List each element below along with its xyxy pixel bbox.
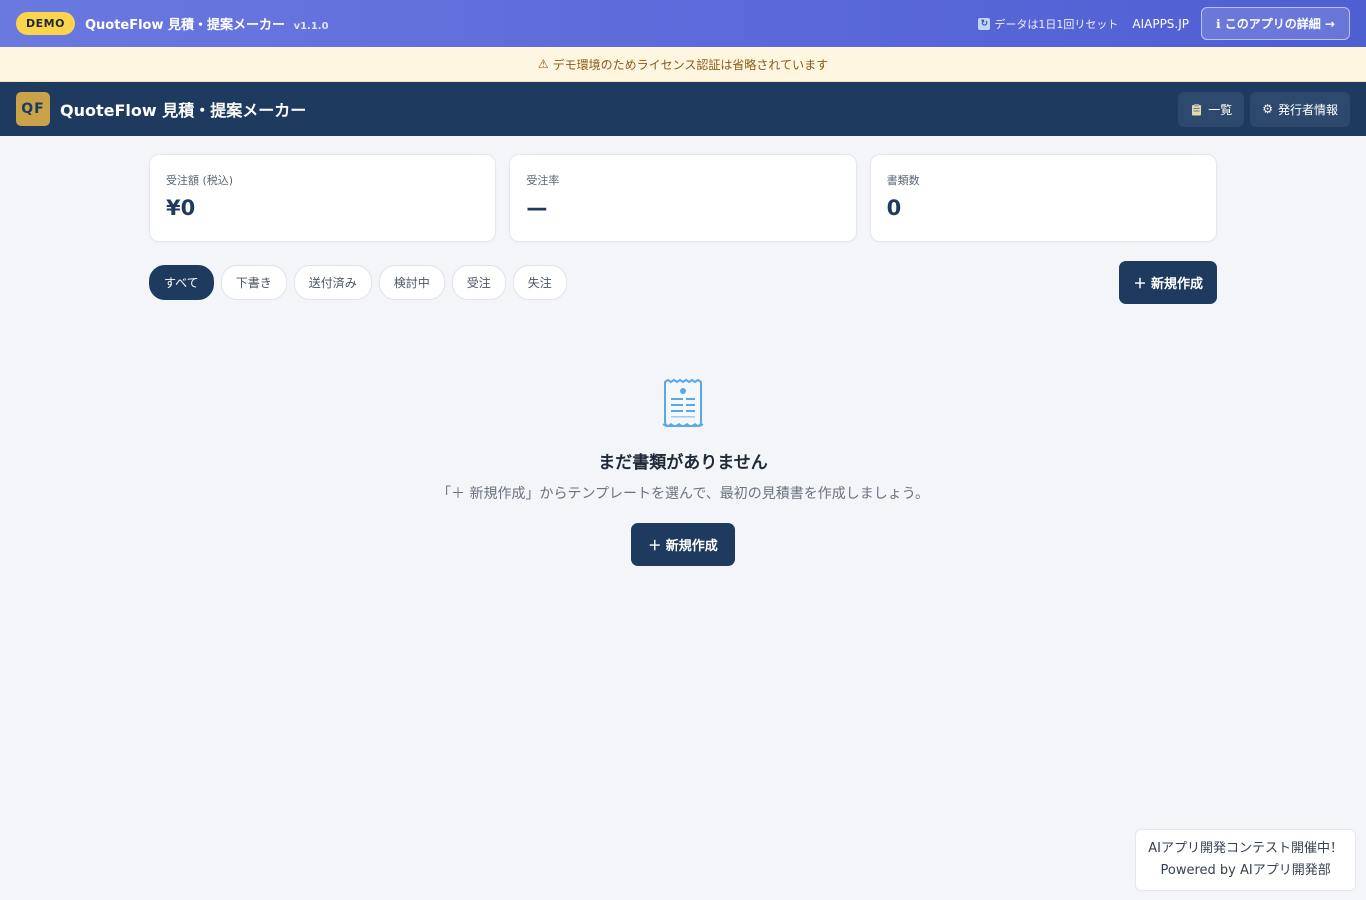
contest-text: AIアプリ開発コンテスト開催中！ [1148,840,1343,856]
powered-by-badge[interactable]: AIアプリ開発コンテスト開催中！ Powered by AIアプリ開発部 [1135,828,1356,891]
stat-value: 0 [886,196,902,220]
stats-row: 受注額 (税込) ¥0 受注率 — 書類数 0 [149,154,1217,242]
stat-value: — [526,196,548,220]
aiapps-link[interactable]: AIAPPS.JP [1132,17,1189,31]
issuer-button-label: 発行者情報 [1277,102,1338,117]
empty-state: まだ書類がありません 「＋ 新規作成」からテンプレートを選んで、最初の見積書を作… [149,378,1217,566]
list-button-label: 一覧 [1208,102,1233,117]
new-document-button[interactable]: ＋ 新規作成 [1119,261,1217,304]
app-detail-button[interactable]: ℹ このアプリの詳細 → [1201,7,1350,40]
demo-version: v1.1.0 [293,21,329,32]
stat-value: ¥0 [166,196,196,220]
filter-reviewing[interactable]: 検討中 [378,265,445,300]
empty-state-description: 「＋ 新規作成」からテンプレートを選んで、最初の見積書を作成しましょう。 [437,486,929,502]
issuer-info-button[interactable]: ⚙ 発行者情報 [1250,91,1350,127]
warning-icon: ⚠ [537,57,549,71]
reset-note-text: データは1日1回リセット [994,17,1119,31]
toolbar: すべて 下書き 送付済み 検討中 受注 失注 ＋ 新規作成 [149,261,1217,304]
app-logo: QF [16,92,50,126]
filter-won[interactable]: 受注 [451,265,506,300]
app-title: QuoteFlow 見積・提案メーカー [60,101,307,120]
demo-title-text: QuoteFlow 見積・提案メーカー [84,18,286,33]
header-actions: 一覧 ⚙ 発行者情報 [1178,91,1350,127]
stat-label: 受注率 [526,174,560,187]
stat-card-order-rate: 受注率 — [509,154,857,242]
demo-bar: DEMO QuoteFlow 見積・提案メーカー v1.1.0 ↻ データは1日… [0,0,1366,47]
main-content: 受注額 (税込) ¥0 受注率 — 書類数 0 すべて 下書き 送付済み 検討中… [149,154,1217,566]
empty-state-title: まだ書類がありません [598,453,768,473]
demo-app-title: QuoteFlow 見積・提案メーカー v1.1.0 [85,14,329,33]
app-header: QF QuoteFlow 見積・提案メーカー 一覧 ⚙ 発行者情報 [0,82,1366,136]
powered-by-text: Powered by AIアプリ開発部 [1160,862,1331,878]
demo-badge: DEMO [16,12,75,35]
stat-card-document-count: 書類数 0 [869,154,1217,242]
refresh-icon: ↻ [978,17,991,30]
clipboard-icon [1192,103,1202,115]
filter-draft[interactable]: 下書き [220,265,287,300]
demo-bar-right: ↻ データは1日1回リセット AIAPPS.JP ℹ このアプリの詳細 → [978,7,1350,40]
stat-card-order-amount: 受注額 (税込) ¥0 [149,154,497,242]
gear-icon: ⚙ [1262,102,1273,116]
filter-all[interactable]: すべて [149,265,214,300]
stat-label: 書類数 [886,174,920,187]
license-warning-banner: ⚠ デモ環境のためライセンス認証は省略されています [0,47,1366,82]
stat-label: 受注額 (税込) [166,174,234,187]
status-filters: すべて 下書き 送付済み 検討中 受注 失注 [149,265,567,300]
filter-lost[interactable]: 失注 [512,265,567,300]
list-button[interactable]: 一覧 [1178,91,1245,127]
empty-new-document-button[interactable]: ＋ 新規作成 [631,523,735,566]
warning-text: デモ環境のためライセンス認証は省略されています [552,57,829,72]
receipt-icon [662,378,704,427]
reset-note: ↻ データは1日1回リセット [978,16,1118,32]
filter-sent[interactable]: 送付済み [293,265,372,300]
